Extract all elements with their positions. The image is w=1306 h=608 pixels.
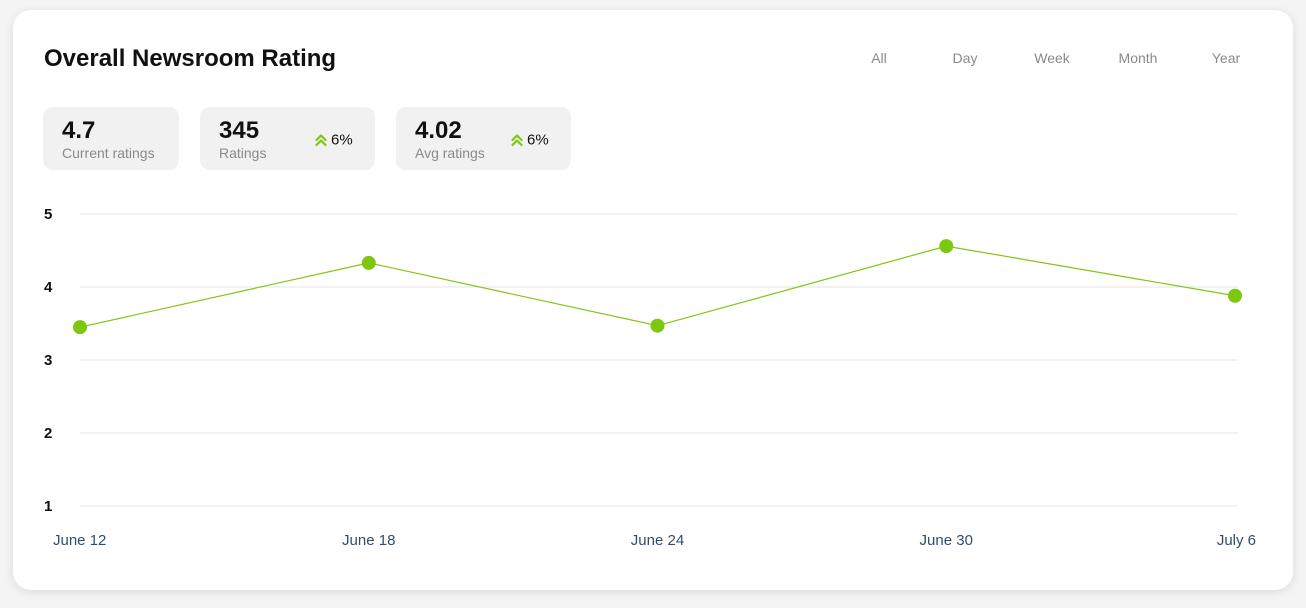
line-chart: 5 4 3 2 1June 12 June 18 June 24 June 30 July 6 [44,206,1256,549]
y-tick-label: 2 [44,425,52,442]
x-tick-label: June 24 [631,532,684,549]
x-tick-label: June 18 [342,532,395,549]
data-point[interactable] [73,320,87,335]
data-point[interactable] [650,318,665,333]
rating-card: Overall Newsroom Rating All Day Week Mon… [13,10,1293,590]
x-tick-label: June 30 [920,532,973,549]
y-tick-label: 5 [44,206,52,223]
data-point[interactable] [1228,288,1242,303]
y-tick-label: 4 [44,279,53,296]
data-point[interactable] [361,255,376,270]
x-tick-label: July 6 [1217,532,1256,549]
data-point[interactable] [939,239,954,254]
y-tick-label: 3 [44,352,52,369]
y-tick-label: 1 [44,498,52,515]
x-tick-label: June 12 [53,532,106,549]
